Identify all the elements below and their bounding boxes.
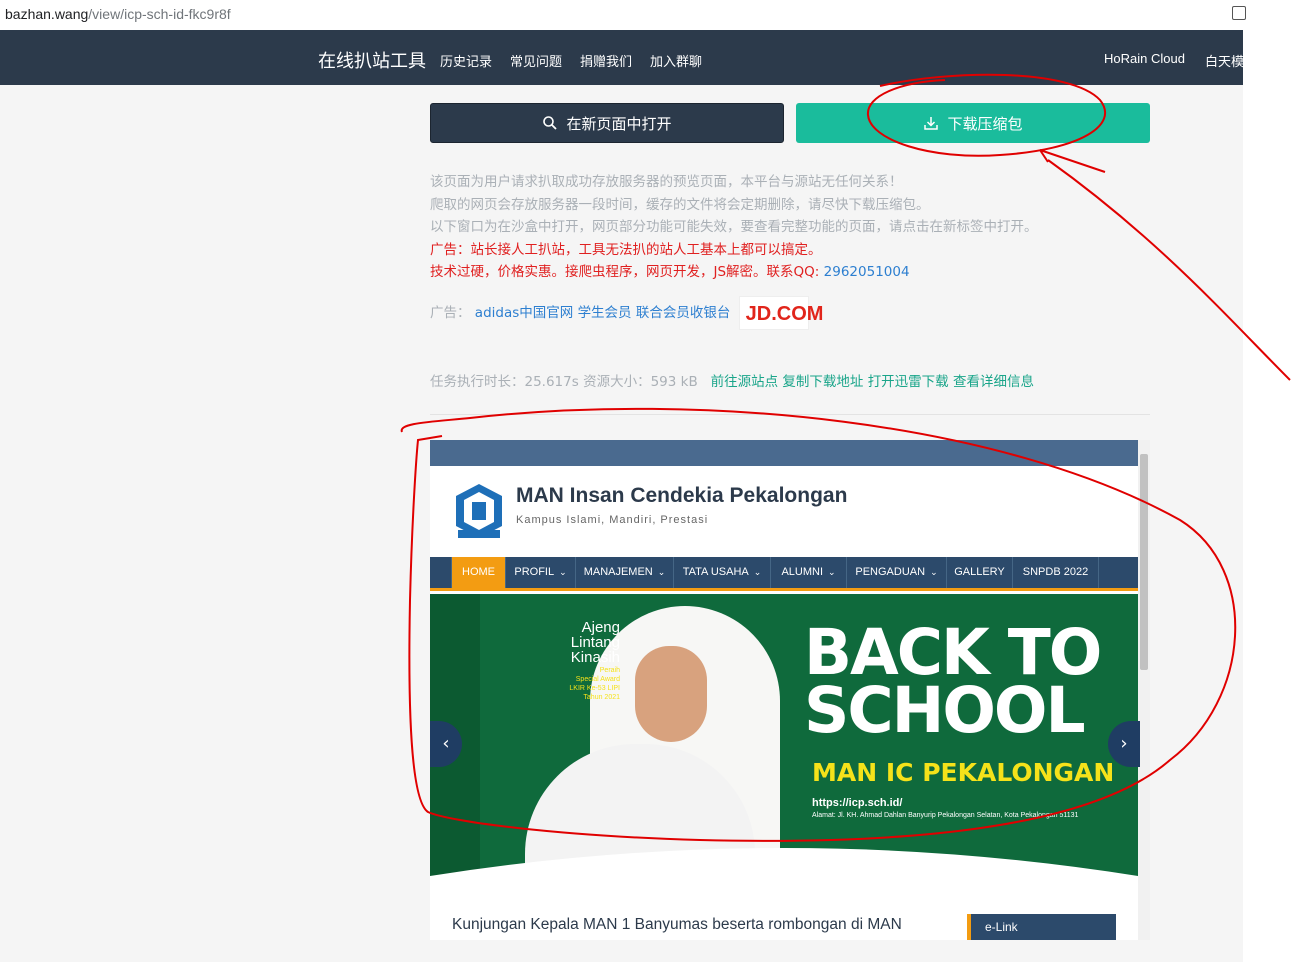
menu-pengaduan-label: PENGADUAN — [855, 566, 926, 578]
banner-url: https://icp.sch.id/ — [812, 797, 903, 809]
link-thunder-download[interactable]: 打开迅雷下载 — [868, 374, 949, 390]
banner-school-name: MAN IC PEKALONGAN — [812, 758, 1115, 787]
menu-home[interactable]: HOME — [452, 557, 506, 588]
menu-alumni-label: ALUMNI — [781, 566, 823, 578]
download-zip-label: 下载压缩包 — [947, 114, 1023, 133]
ad-line-2: 技术过硬，价格实惠。接爬虫程序，网页开发，JS解密。联系QQ: 29620510… — [430, 260, 910, 280]
link-copy-download[interactable]: 复制下载地址 — [782, 374, 863, 390]
sidebar-elink-heading: e-Link — [967, 914, 1116, 940]
menu-alumni[interactable]: ALUMNI ⌄ — [771, 557, 847, 588]
menu-snpdb-label: SNPDB 2022 — [1022, 566, 1089, 578]
banner-address: Alamat: Jl. KH. Ahmad Dahlan Banyurip Pe… — [812, 812, 1079, 819]
url-text[interactable]: bazhan.wang/view/icp-sch-id-fkc9r8f — [5, 6, 231, 22]
brand-title[interactable]: 在线扒站工具 — [318, 47, 426, 73]
student-award: Peraih Special Award LKIR Ke-53 LIPI Tah… — [540, 666, 620, 702]
school-site-title[interactable]: MAN Insan Cendekia Pekalongan — [516, 484, 847, 508]
chevron-down-icon: ⌄ — [828, 567, 836, 577]
open-in-new-page-button[interactable]: 在新页面中打开 — [430, 103, 784, 143]
school-logo-icon — [456, 484, 502, 538]
resource-size: 资源大小：593 kB — [583, 374, 698, 390]
student-name-line: Ajeng — [581, 619, 620, 636]
chevron-down-icon: ⌄ — [559, 567, 567, 577]
ads-label: 广告： — [430, 305, 471, 321]
browser-address-bar[interactable]: bazhan.wang/view/icp-sch-id-fkc9r8f — [0, 0, 1293, 30]
award-line: Tahun 2021 — [583, 694, 620, 701]
ad-line-1: 广告：站长接人工扒站，工具无法扒的站人工基本上都可以搞定。 — [430, 242, 822, 258]
notice-line-2: 爬取的网页会存放服务器一段时间，缓存的文件将会定期删除，请尽快下载压缩包。 — [430, 197, 930, 213]
qq-link[interactable]: 2962051004 — [824, 264, 910, 280]
banner-wave — [430, 848, 1138, 900]
task-duration: 任务执行时长：25.617s — [430, 374, 579, 390]
notice-line-3: 以下窗口为在沙盒中打开，网页部分功能可能失效，要查看完整功能的页面，请点击在新标… — [430, 219, 1038, 235]
preview-frame[interactable]: MAN Insan Cendekia Pekalongan Kampus Isl… — [430, 440, 1150, 940]
student-name-line: Lintang — [570, 634, 620, 651]
search-icon — [543, 116, 558, 130]
link-goto-source[interactable]: 前往源站点 — [711, 374, 779, 390]
chevron-right-icon: › — [1120, 733, 1128, 754]
ad-link-student[interactable]: 学生会员 — [578, 305, 632, 321]
url-host: bazhan.wang — [5, 6, 89, 22]
task-info-row: 任务执行时长：25.617s 资源大小：593 kB 前往源站点 复制下载地址 … — [430, 370, 1034, 390]
menu-profil-label: PROFIL — [514, 566, 555, 578]
award-line: Special Award — [575, 676, 620, 683]
ads-row: 广告： adidas中国官网 学生会员 联合会员收银台 JD.COM — [430, 296, 823, 330]
student-name-line: Kinasih — [570, 649, 620, 666]
download-icon — [924, 117, 939, 130]
menu-home-label: HOME — [462, 566, 495, 578]
preview-topbar — [430, 440, 1138, 466]
link-view-details[interactable]: 查看详细信息 — [953, 374, 1034, 390]
chevron-left-icon: ‹ — [442, 733, 450, 754]
nav-faq[interactable]: 常见问题 — [510, 51, 562, 70]
menu-gallery-label: GALLERY — [954, 566, 1005, 578]
menu-pengaduan[interactable]: PENGADUAN ⌄ — [847, 557, 947, 588]
banner-headline: BACK TO SCHOOL — [804, 621, 1102, 747]
ad-link-adidas[interactable]: adidas中国官网 — [475, 305, 573, 321]
ad-line-2-text: 技术过硬，价格实惠。接爬虫程序，网页开发，JS解密。联系QQ: — [430, 264, 824, 280]
download-zip-button[interactable]: 下载压缩包 — [796, 103, 1150, 143]
jd-logo-text: JD.COM — [745, 303, 824, 325]
extension-icon[interactable] — [1232, 6, 1246, 20]
url-path: /view/icp-sch-id-fkc9r8f — [88, 6, 231, 22]
menu-tata-usaha[interactable]: TATA USAHA ⌄ — [674, 557, 771, 588]
nav-join-group[interactable]: 加入群聊 — [650, 51, 702, 70]
page: 在线扒站工具 历史记录 常见问题 捐赠我们 加入群聊 HoRain Cloud … — [0, 30, 1243, 962]
menu-profil[interactable]: PROFIL ⌄ — [506, 557, 576, 588]
chevron-down-icon: ⌄ — [657, 567, 666, 577]
banner-headline-2: SCHOOL — [804, 674, 1086, 747]
menu-tata-usaha-label: TATA USAHA — [682, 566, 749, 578]
school-site-subtitle: Kampus Islami, Mandiri, Prestasi — [516, 514, 709, 526]
menu-manajemen[interactable]: MANAJEMEN ⌄ — [576, 557, 674, 588]
divider — [430, 414, 1150, 415]
notice-line-1: 该页面为用户请求扒取成功存放服务器的预览页面，本平台与源站无任何关系！ — [430, 174, 903, 190]
top-navbar: 在线扒站工具 历史记录 常见问题 捐赠我们 加入群聊 HoRain Cloud … — [0, 30, 1243, 85]
student-face — [635, 646, 707, 742]
award-line: Peraih — [599, 667, 620, 674]
open-in-new-page-label: 在新页面中打开 — [566, 114, 672, 133]
school-menu: HOME PROFIL ⌄ MANAJEMEN ⌄ TATA USAHA ⌄ ALUM… — [430, 557, 1138, 591]
preview-scroll-thumb[interactable] — [1140, 454, 1148, 670]
award-line: LKIR Ke-53 LIPI — [569, 685, 620, 692]
menu-gallery[interactable]: GALLERY — [947, 557, 1013, 588]
chevron-down-icon: ⌄ — [753, 567, 762, 577]
menu-manajemen-label: MANAJEMEN — [583, 566, 653, 578]
student-name: Ajeng Lintang Kinasih — [550, 620, 620, 665]
menu-snpdb[interactable]: SNPDB 2022 — [1013, 557, 1099, 588]
ad-link-cashier[interactable]: 联合会员收银台 — [636, 305, 731, 321]
menu-spacer — [430, 557, 452, 588]
nav-horain-cloud[interactable]: HoRain Cloud — [1104, 51, 1185, 66]
nav-donate[interactable]: 捐赠我们 — [580, 51, 632, 70]
chevron-down-icon: ⌄ — [930, 567, 938, 577]
jd-logo[interactable]: JD.COM — [738, 296, 823, 330]
news-headline[interactable]: Kunjungan Kepala MAN 1 Banyumas beserta … — [452, 916, 902, 934]
nav-history[interactable]: 历史记录 — [440, 51, 492, 70]
nav-day-mode[interactable]: 白天模 — [1205, 51, 1243, 70]
